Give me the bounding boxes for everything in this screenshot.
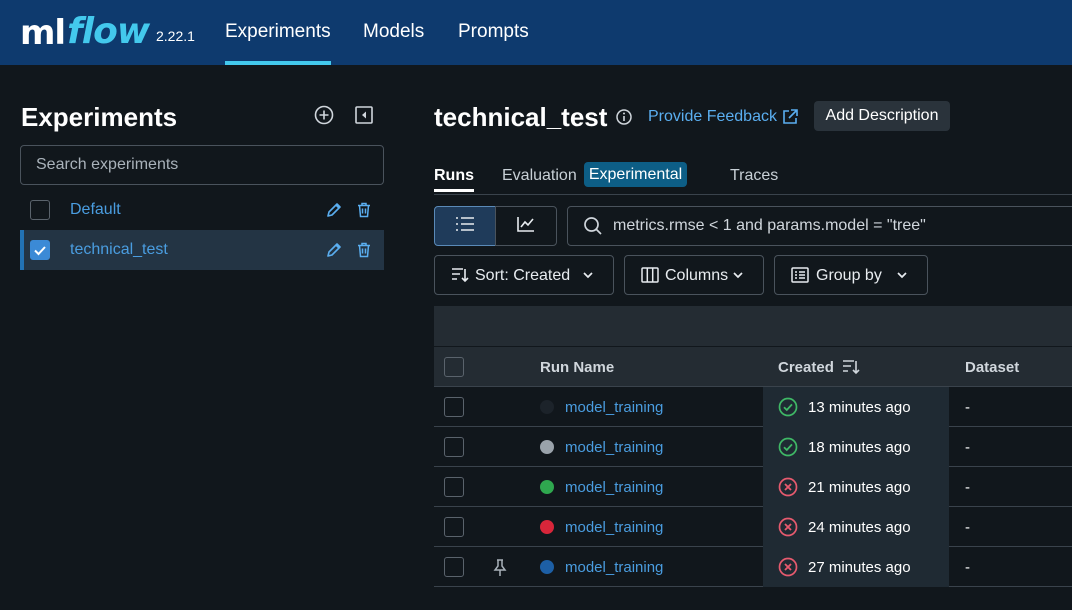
tab-traces[interactable]: Traces <box>730 167 778 185</box>
x-circle-icon <box>778 477 798 497</box>
tab-runs[interactable]: Runs <box>434 167 474 192</box>
sort-icon <box>450 266 470 289</box>
table-row[interactable]: model_training 18 minutes ago - <box>434 427 1072 467</box>
run-name-link[interactable]: model_training <box>565 399 663 416</box>
row-checkbox[interactable] <box>444 437 464 457</box>
run-color-dot[interactable] <box>540 560 554 574</box>
run-search-input[interactable] <box>567 206 1072 246</box>
columns-icon <box>640 266 660 289</box>
experiment-checkbox[interactable] <box>30 240 50 260</box>
external-link-icon[interactable] <box>779 106 801 128</box>
row-checkbox[interactable] <box>444 557 464 577</box>
experiment-item-technical-test[interactable]: technical_test <box>20 230 384 270</box>
sort-button[interactable]: Sort: Created <box>434 255 614 295</box>
experimental-badge: Experimental <box>584 162 687 187</box>
nav-models[interactable]: Models <box>363 21 424 43</box>
created-time: 24 minutes ago <box>808 519 911 536</box>
table-group-header <box>434 306 1072 346</box>
run-name-link[interactable]: model_training <box>565 479 663 496</box>
check-circle-icon <box>778 397 798 417</box>
column-header-dataset[interactable]: Dataset <box>965 359 1019 376</box>
row-checkbox[interactable] <box>444 477 464 497</box>
delete-icon[interactable] <box>353 199 375 221</box>
sort-descending-icon[interactable] <box>841 358 861 381</box>
collapse-sidebar-icon[interactable] <box>353 104 375 126</box>
created-time: 13 minutes ago <box>808 399 911 416</box>
run-color-dot[interactable] <box>540 400 554 414</box>
chart-view-toggle[interactable] <box>495 206 557 246</box>
tabs-divider <box>434 194 1072 195</box>
columns-button[interactable]: Columns <box>624 255 764 295</box>
delete-icon[interactable] <box>353 239 375 261</box>
run-color-dot[interactable] <box>540 520 554 534</box>
table-row[interactable]: model_training 27 minutes ago - <box>434 547 1072 587</box>
columns-label: Columns <box>665 267 729 284</box>
x-circle-icon <box>778 557 798 577</box>
created-cell: 18 minutes ago <box>763 427 949 467</box>
created-time: 18 minutes ago <box>808 439 911 456</box>
created-time: 21 minutes ago <box>808 479 911 496</box>
experiment-item-default[interactable]: Default <box>20 190 384 230</box>
experiment-name[interactable]: Default <box>70 201 121 219</box>
run-name-link[interactable]: model_training <box>565 439 663 456</box>
dataset-value: - <box>965 479 970 496</box>
chevron-down-icon <box>895 268 909 287</box>
created-time: 27 minutes ago <box>808 559 911 576</box>
created-cell: 13 minutes ago <box>763 387 949 427</box>
sidebar-title: Experiments <box>21 102 178 132</box>
x-circle-icon <box>778 517 798 537</box>
experiment-title: technical_test <box>434 102 608 132</box>
provide-feedback-label: Provide Feedback <box>648 108 777 125</box>
pin-icon[interactable] <box>491 558 509 583</box>
group-by-label: Group by <box>816 267 882 284</box>
provide-feedback-link[interactable]: Provide Feedback <box>648 108 777 126</box>
nav-prompts[interactable]: Prompts <box>458 21 529 43</box>
run-name-link[interactable]: model_training <box>565 519 663 536</box>
check-circle-icon <box>778 437 798 457</box>
table-row[interactable]: model_training 13 minutes ago - <box>434 387 1072 427</box>
run-color-dot[interactable] <box>540 480 554 494</box>
run-color-dot[interactable] <box>540 440 554 454</box>
group-by-icon <box>790 266 810 289</box>
created-cell: 24 minutes ago <box>763 507 949 547</box>
tab-evaluation[interactable]: Evaluation <box>502 167 577 185</box>
nav-experiments[interactable]: Experiments <box>225 21 331 65</box>
edit-icon[interactable] <box>323 239 345 261</box>
table-header-row: Run Name Created Dataset <box>434 347 1072 387</box>
chart-icon <box>516 215 536 238</box>
search-icon <box>582 215 604 237</box>
dataset-value: - <box>965 559 970 576</box>
version-label: 2.22.1 <box>156 28 195 44</box>
row-checkbox[interactable] <box>444 517 464 537</box>
column-header-run-name[interactable]: Run Name <box>540 359 614 376</box>
column-header-created[interactable]: Created <box>778 359 834 376</box>
row-checkbox[interactable] <box>444 397 464 417</box>
mlflow-logo[interactable]: ml flow <box>20 4 150 60</box>
created-cell: 27 minutes ago <box>763 547 949 587</box>
select-all-checkbox[interactable] <box>444 357 464 377</box>
group-by-button[interactable]: Group by <box>774 255 928 295</box>
logo-flow-text: flow <box>67 11 150 52</box>
table-view-toggle[interactable] <box>434 206 496 246</box>
edit-icon[interactable] <box>323 199 345 221</box>
info-icon[interactable] <box>613 106 635 128</box>
dataset-value: - <box>965 439 970 456</box>
sort-label: Sort: Created <box>475 267 571 284</box>
experiment-name[interactable]: technical_test <box>70 241 168 259</box>
created-cell: 21 minutes ago <box>763 467 949 507</box>
add-experiment-icon[interactable] <box>313 104 335 126</box>
table-row[interactable]: model_training 21 minutes ago - <box>434 467 1072 507</box>
logo-ml-text: ml <box>20 13 66 53</box>
chevron-down-icon <box>731 268 745 287</box>
experiment-checkbox[interactable] <box>30 200 50 220</box>
chevron-down-icon <box>581 268 595 287</box>
dataset-value: - <box>965 519 970 536</box>
dataset-value: - <box>965 399 970 416</box>
run-name-link[interactable]: model_training <box>565 559 663 576</box>
add-description-button[interactable]: Add Description <box>814 101 950 131</box>
table-row[interactable]: model_training 24 minutes ago - <box>434 507 1072 547</box>
experiment-search-input[interactable] <box>20 145 384 185</box>
list-icon <box>454 215 476 238</box>
top-nav-bar: ml flow 2.22.1 Experiments Models Prompt… <box>0 0 1072 65</box>
